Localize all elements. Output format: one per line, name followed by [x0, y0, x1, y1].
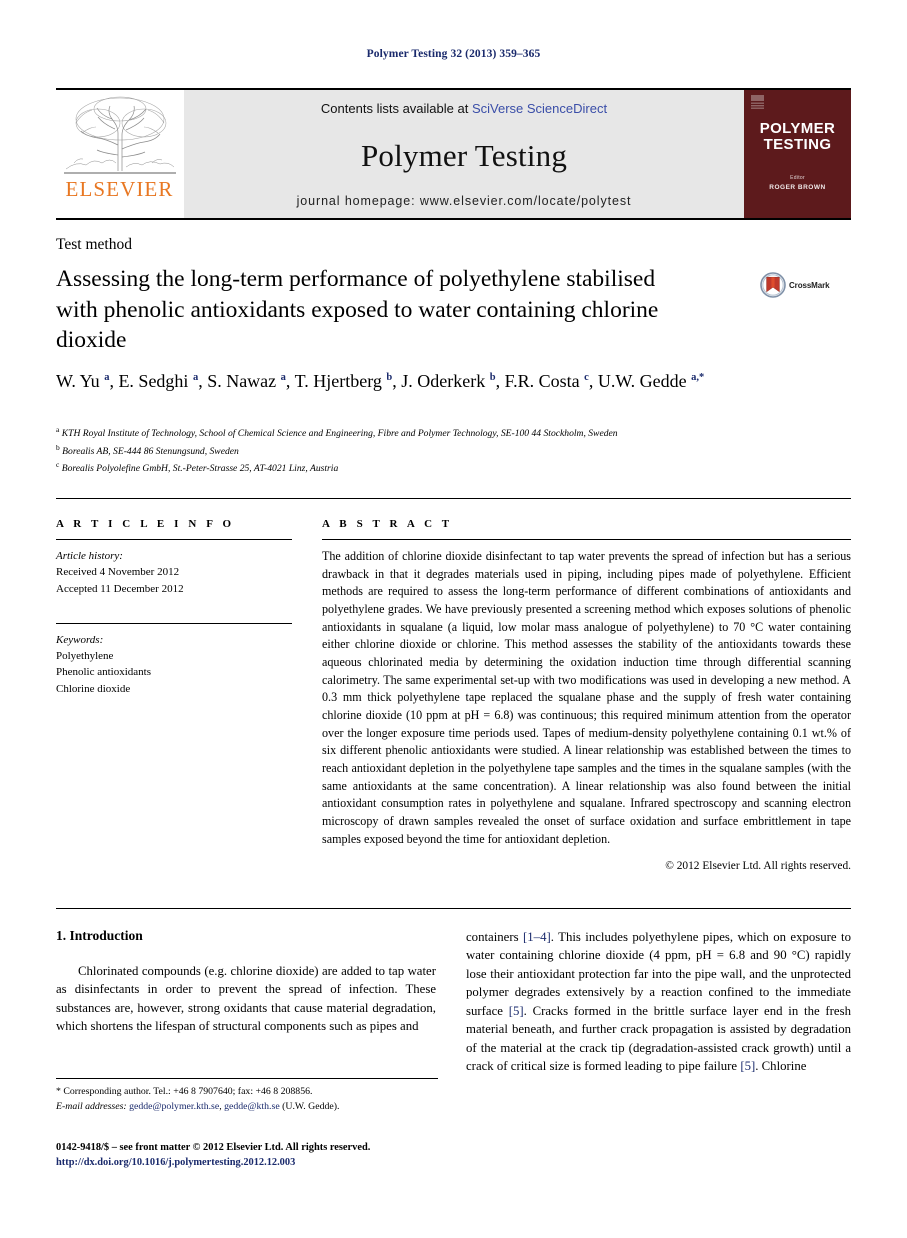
email-line: E-mail addresses: gedde@polymer.kth.se, … — [56, 1100, 340, 1112]
elsevier-logo: ELSEVIER — [56, 90, 184, 218]
accepted-date: Accepted 11 December 2012 — [56, 582, 184, 595]
article-history-label: Article history: — [56, 550, 123, 562]
doi-link[interactable]: http://dx.doi.org/10.1016/j.polymertesti… — [56, 1155, 446, 1170]
issn-copyright-line: 0142-9418/$ – see front matter © 2012 El… — [56, 1142, 371, 1153]
journal-masthead: ELSEVIER Contents lists available at Sci… — [56, 88, 851, 220]
author-list: W. Yu a, E. Sedghi a, S. Nawaz a, T. Hje… — [56, 371, 705, 391]
elsevier-cover-mark-icon — [751, 95, 764, 109]
keyword-item: Chlorine dioxide — [56, 682, 131, 695]
crossmark-label: CrossMark — [789, 280, 830, 290]
cover-editor-label: Editor — [790, 174, 805, 181]
email-label: E-mail addresses: — [56, 1100, 127, 1112]
keywords-block: Keywords: Polyethylene Phenolic antioxid… — [56, 632, 292, 697]
section-heading-introduction: 1. Introduction — [56, 928, 143, 943]
elsevier-tree-icon — [63, 96, 176, 174]
journal-homepage-link[interactable]: journal homepage: www.elsevier.com/locat… — [297, 194, 632, 208]
keywords-label: Keywords: — [56, 633, 104, 646]
affiliation-marker: a — [56, 425, 60, 434]
divider — [56, 622, 292, 624]
affiliation-marker: b — [56, 442, 60, 452]
affiliation-text: Borealis Polyolefine GmbH, St.-Peter-Str… — [61, 463, 339, 475]
abstract-copyright: © 2012 Elsevier Ltd. All rights reserved… — [665, 860, 851, 873]
article-info-section: A R T I C L E I N F O Article history: R… — [56, 518, 292, 697]
divider-below-abstract — [56, 908, 851, 909]
running-head: Polymer Testing 32 (2013) 359–365 — [366, 48, 541, 60]
journal-cover-thumbnail[interactable]: POLYMER TESTING Editor ROGER BROWN — [744, 90, 851, 218]
contents-list-line: Contents lists available at SciVerse Sci… — [321, 101, 607, 116]
affiliation-list: a KTH Royal Institute of Technology, Sch… — [56, 424, 756, 477]
contents-prefix: Contents lists available at — [320, 101, 472, 116]
intro-paragraph-right: containers [1–4]. This includes polyethy… — [466, 930, 851, 1073]
affiliation-marker: c — [56, 460, 60, 470]
cover-title-line1: POLYMER — [759, 120, 836, 137]
received-date: Received 4 November 2012 — [56, 566, 180, 579]
masthead-center: Contents lists available at SciVerse Sci… — [184, 90, 744, 218]
article-type-label: Test method — [56, 236, 132, 253]
cover-journal-title: POLYMER TESTING — [760, 121, 836, 153]
imprint-block: 0142-9418/$ – see front matter © 2012 El… — [56, 1140, 446, 1170]
article-info-heading: A R T I C L E I N F O — [56, 518, 235, 530]
email-link-2[interactable]: gedde@kth.se — [224, 1101, 280, 1112]
elsevier-wordmark: ELSEVIER — [65, 177, 174, 201]
sciencedirect-link[interactable]: SciVerse ScienceDirect — [472, 101, 607, 116]
article-first-page: Polymer Testing 32 (2013) 359–365 ELSEVI… — [0, 0, 907, 1238]
email-suffix: (U.W. Gedde). — [282, 1100, 340, 1112]
page-title: Assessing the long-term performance of p… — [56, 266, 659, 354]
journal-title: Polymer Testing — [360, 137, 568, 173]
email-link-1[interactable]: gedde@polymer.kth.se — [129, 1101, 219, 1112]
corresponding-author-note: * Corresponding author. Tel.: +46 8 7907… — [56, 1086, 313, 1097]
body-column-left: 1. Introduction Chlorinated compounds (e… — [56, 928, 436, 1036]
affiliation-item: c Borealis Polyolefine GmbH, St.-Peter-S… — [56, 459, 756, 477]
keyword-item: Phenolic antioxidants — [56, 666, 152, 679]
corresponding-author-footnote: * Corresponding author. Tel.: +46 8 7907… — [56, 1078, 438, 1114]
affiliation-text: KTH Royal Institute of Technology, Schoo… — [61, 428, 618, 440]
divider — [56, 539, 292, 540]
affiliation-text: Borealis AB, SE-444 86 Stenungsund, Swed… — [62, 445, 239, 457]
body-column-right: containers [1–4]. This includes polyethy… — [466, 928, 851, 1075]
divider-above-abstract — [56, 498, 851, 499]
cover-editor-name: ROGER BROWN — [769, 183, 826, 191]
affiliation-item: b Borealis AB, SE-444 86 Stenungsund, Sw… — [56, 442, 756, 460]
keyword-item: Polyethylene — [56, 650, 114, 663]
article-history-block: Article history: Received 4 November 201… — [56, 548, 292, 597]
intro-paragraph-left: Chlorinated compounds (e.g. chlorine dio… — [56, 964, 436, 1034]
crossmark-badge[interactable]: CrossMark — [760, 272, 830, 298]
crossmark-icon — [760, 272, 786, 298]
abstract-section: A B S T R A C T The addition of chlorine… — [322, 518, 851, 872]
abstract-text: The addition of chlorine dioxide disinfe… — [322, 549, 851, 846]
cover-title-line2: TESTING — [763, 135, 832, 153]
abstract-heading: A B S T R A C T — [322, 518, 453, 530]
affiliation-item: a KTH Royal Institute of Technology, Sch… — [56, 424, 756, 442]
divider — [322, 539, 851, 540]
